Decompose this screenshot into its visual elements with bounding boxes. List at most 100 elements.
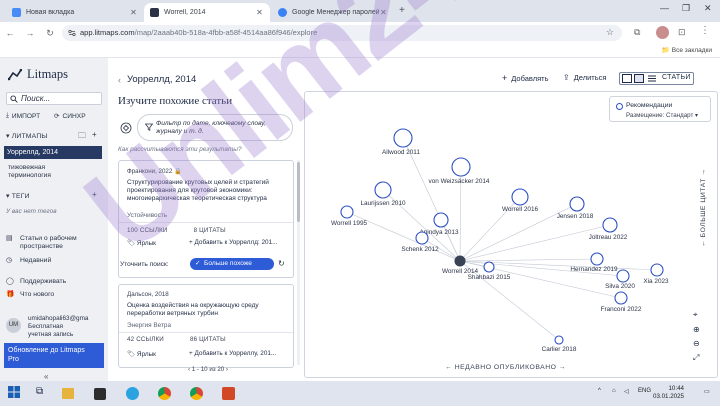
graph-node-label[interactable]: Carlier 2018 bbox=[542, 346, 577, 353]
volume-icon[interactable]: ◁ bbox=[624, 388, 629, 395]
article-card[interactable]: Дальсон, 2018 Оценка воздействия на окру… bbox=[118, 284, 294, 368]
file-explorer-icon[interactable] bbox=[62, 388, 74, 399]
graph-node[interactable] bbox=[650, 263, 664, 277]
graph-node[interactable] bbox=[554, 335, 564, 345]
add-button[interactable]: + Добавлять bbox=[502, 73, 549, 83]
forward-icon[interactable]: → bbox=[24, 27, 36, 39]
language-indicator[interactable]: ENG bbox=[638, 388, 651, 394]
graph-node[interactable] bbox=[454, 255, 466, 267]
browser-tab-new[interactable]: Новая вкладка ✕ bbox=[6, 3, 144, 22]
sidebar-item-recent[interactable]: ◷ Недавний bbox=[6, 257, 51, 265]
card-add-button[interactable]: + Добавить к Уорреллу, 201... bbox=[189, 350, 276, 357]
all-bookmarks-link[interactable]: 📁 Все закладки bbox=[662, 46, 712, 54]
sidebar-item-whatsnew[interactable]: 🎁 Что нового bbox=[6, 291, 54, 299]
import-button[interactable]: ⤓ ИМПОРТ bbox=[6, 112, 40, 120]
windows-start-icon[interactable] bbox=[8, 386, 23, 401]
sidebar-search-input[interactable]: Поиск... bbox=[6, 92, 102, 105]
map-legend[interactable]: Рекомендации Размещение: Стандарт ▾ bbox=[609, 96, 711, 122]
notification-icon[interactable]: ▭ bbox=[704, 388, 710, 395]
sync-button[interactable]: ⟳ СИНХР bbox=[54, 112, 86, 121]
user-account[interactable]: UM umidahopali63@gma Бесплатная учетная з… bbox=[6, 315, 106, 341]
graph-node-label[interactable]: Jensen 2018 bbox=[557, 213, 594, 220]
new-folder-icon[interactable]: 🗀 bbox=[78, 130, 86, 144]
close-icon[interactable]: ✕ bbox=[129, 8, 138, 17]
chevron-left-icon[interactable]: ‹ bbox=[118, 75, 121, 85]
add-map-icon[interactable]: + bbox=[92, 130, 97, 139]
graph-node-label[interactable]: Worrell 2016 bbox=[502, 206, 539, 213]
card-add-button[interactable]: + Добавить к Уорреллд: 201... bbox=[189, 239, 277, 246]
zoom-out-icon[interactable]: ⊖ bbox=[693, 339, 700, 348]
window-close-icon[interactable]: ✕ bbox=[704, 3, 712, 14]
collapse-sidebar-button[interactable]: « bbox=[44, 372, 48, 381]
sidebar-map-item[interactable]: тижовежная терминология bbox=[8, 164, 51, 180]
upgrade-button[interactable]: Обновление до Litmaps Pro bbox=[4, 343, 104, 368]
graph-node[interactable] bbox=[393, 128, 413, 148]
graph-node-label[interactable]: Shahbazi 2015 bbox=[468, 274, 511, 281]
chrome-icon[interactable] bbox=[158, 387, 171, 400]
articles-toggle-label[interactable]: СТАТЬИ bbox=[662, 74, 691, 81]
minimize-icon[interactable]: — bbox=[660, 3, 669, 13]
view-map-only-icon[interactable] bbox=[622, 74, 632, 83]
graph-node-label[interactable]: Franconi 2022 bbox=[601, 306, 642, 313]
graph-node[interactable] bbox=[451, 157, 471, 177]
fit-view-icon[interactable]: ⤢ bbox=[693, 353, 699, 363]
profile-avatar[interactable] bbox=[656, 26, 669, 39]
graph-node[interactable] bbox=[415, 231, 429, 245]
legend-layout[interactable]: Размещение: Стандарт ▾ bbox=[626, 112, 698, 119]
refresh-icon[interactable]: ↻ bbox=[278, 259, 285, 268]
browser-menu-icon[interactable]: ⋮ bbox=[700, 25, 710, 36]
view-list-icon[interactable] bbox=[647, 74, 657, 83]
powerpoint-icon[interactable] bbox=[222, 387, 235, 400]
sidebar-item-articles[interactable]: ▤ Статьи о рабочем пространстве bbox=[6, 235, 77, 251]
tab-search-icon[interactable]: ⊡ bbox=[678, 27, 686, 38]
graph-node[interactable] bbox=[340, 205, 354, 219]
graph-node[interactable] bbox=[602, 217, 618, 233]
graph-node[interactable] bbox=[433, 212, 449, 228]
maximize-icon[interactable]: ❐ bbox=[682, 3, 690, 14]
card-title[interactable]: Оценка воздействия на окружающую среду п… bbox=[127, 302, 287, 318]
graph-node[interactable] bbox=[374, 181, 392, 199]
graph-node[interactable] bbox=[511, 188, 529, 206]
more-like-button[interactable]: ✓ Больше похоже bbox=[190, 258, 274, 270]
share-button[interactable]: ⇪ Делиться bbox=[563, 73, 606, 82]
graph-node[interactable] bbox=[590, 252, 604, 266]
site-info-icon[interactable] bbox=[68, 29, 76, 37]
results-scrollbar-thumb[interactable] bbox=[297, 162, 300, 222]
tray-chevron-icon[interactable]: ^ bbox=[598, 388, 601, 394]
view-split-icon[interactable] bbox=[634, 74, 644, 83]
graph-node-label[interactable]: Hernandez 2019 bbox=[570, 266, 618, 273]
card-add-text: Добавить к Уорреллд: 201... bbox=[194, 239, 278, 246]
bookmark-star-icon[interactable]: ☆ bbox=[606, 27, 614, 38]
back-icon[interactable]: ← bbox=[4, 27, 16, 39]
maps-section-header[interactable]: ▾ ЛИТМАПЫ bbox=[6, 132, 48, 140]
graph-node[interactable] bbox=[614, 291, 628, 305]
network-icon[interactable]: ⌂ bbox=[612, 388, 616, 394]
tags-section-header[interactable]: ▾ ТЕГИ bbox=[6, 192, 30, 200]
graph-node-label[interactable]: von Weizsäcker 2014 bbox=[429, 178, 490, 185]
logo[interactable]: Litmaps bbox=[8, 67, 68, 82]
citation-map[interactable]: Allwood 2011 von Weizsäcker 2014 Laurijsse… bbox=[304, 91, 718, 378]
chrome-active-icon[interactable] bbox=[190, 387, 203, 400]
graph-node[interactable] bbox=[616, 269, 630, 283]
graph-node-label[interactable]: Allwood 2011 bbox=[382, 149, 420, 156]
graph-node-label[interactable]: Laurijssen 2010 bbox=[360, 200, 406, 207]
card-label-button[interactable]: 🏷 Ярлык bbox=[127, 350, 156, 358]
citation-graph[interactable]: Allwood 2011 von Weizsäcker 2014 Laurijsse… bbox=[305, 92, 719, 379]
graph-node-label[interactable]: Xia 2023 bbox=[643, 278, 669, 285]
graph-node[interactable] bbox=[569, 196, 585, 212]
zoom-in-icon[interactable]: ⊕ bbox=[693, 325, 700, 334]
pagination[interactable]: ‹ 1 - 10 из 20 › bbox=[188, 366, 228, 373]
telegram-icon[interactable] bbox=[126, 387, 139, 400]
graph-node[interactable] bbox=[483, 261, 495, 273]
graph-node-label[interactable]: Joltreau 2022 bbox=[589, 234, 628, 241]
graph-node-label[interactable]: Schenk 2012 bbox=[401, 246, 439, 253]
clock[interactable]: 10:44 03.01.2025 bbox=[653, 385, 684, 401]
sidebar-item-support[interactable]: ◯ Поддерживать bbox=[6, 278, 66, 286]
task-view-icon[interactable]: ⧉ bbox=[36, 386, 51, 401]
graph-node-label[interactable]: Worrell 1995 bbox=[331, 220, 368, 227]
store-icon[interactable] bbox=[94, 388, 106, 400]
reload-icon[interactable]: ↻ bbox=[44, 27, 56, 39]
extensions-icon[interactable]: ⧉ bbox=[634, 27, 640, 38]
graph-node-label[interactable]: Silva 2020 bbox=[605, 283, 635, 290]
select-tool-icon[interactable]: ⌖ bbox=[693, 310, 698, 320]
